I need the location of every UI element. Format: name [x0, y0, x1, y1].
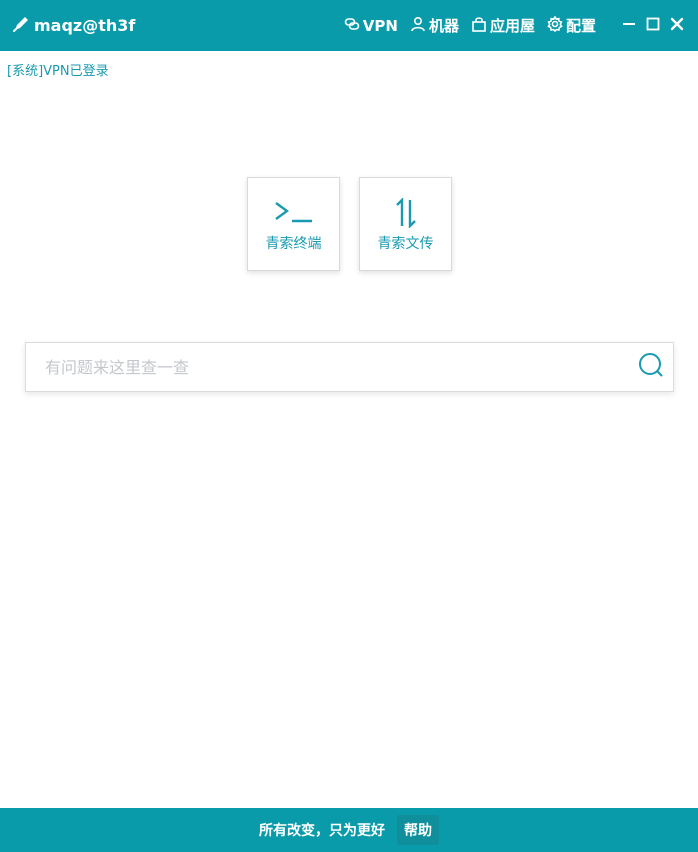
help-button[interactable]: 帮助: [397, 815, 439, 845]
maximize-button[interactable]: [646, 16, 660, 35]
search-input[interactable]: [26, 343, 629, 391]
file-transfer-tool-button[interactable]: 青索文传: [359, 177, 452, 271]
top-nav: VPN 机器 应用屋 配置: [344, 14, 608, 36]
search-button[interactable]: [629, 343, 673, 391]
close-icon: [670, 16, 684, 35]
transfer-icon: [389, 198, 423, 228]
terminal-icon: [274, 198, 314, 228]
status-message: [系统]VPN已登录: [7, 64, 109, 79]
pencil-icon: [12, 15, 30, 37]
nav-machines-label: 机器: [428, 17, 459, 35]
maximize-icon: [646, 16, 660, 35]
nav-vpn-label: VPN: [362, 16, 398, 35]
brand: maqz@th3f: [12, 15, 135, 37]
window-controls: [612, 16, 684, 35]
nav-machines[interactable]: 机器: [410, 15, 459, 36]
footer: 所有改变，只为更好 帮助: [0, 808, 698, 852]
nav-vpn[interactable]: VPN: [344, 16, 398, 36]
user-icon: [410, 16, 429, 36]
nav-appstore[interactable]: 应用屋: [471, 15, 535, 36]
gear-icon: [547, 14, 566, 36]
minimize-button[interactable]: [622, 19, 636, 33]
file-transfer-tool-label: 青索文传: [377, 236, 434, 252]
app-title: maqz@th3f: [34, 16, 136, 35]
search-icon: [638, 352, 664, 382]
minimize-icon: [622, 16, 636, 35]
close-button[interactable]: [670, 16, 684, 35]
footer-slogan: 所有改变，只为更好: [259, 823, 385, 839]
nav-settings-label: 配置: [565, 17, 596, 35]
search-box: [25, 342, 674, 392]
bag-icon: [471, 16, 490, 36]
terminal-tool-label: 青索终端: [265, 236, 322, 252]
title-bar: maqz@th3f VPN 机器 应用屋 配置: [0, 0, 698, 51]
link-icon: [344, 16, 363, 36]
nav-settings[interactable]: 配置: [547, 14, 596, 36]
nav-appstore-label: 应用屋: [489, 17, 535, 35]
terminal-tool-button[interactable]: 青索终端: [247, 177, 340, 271]
